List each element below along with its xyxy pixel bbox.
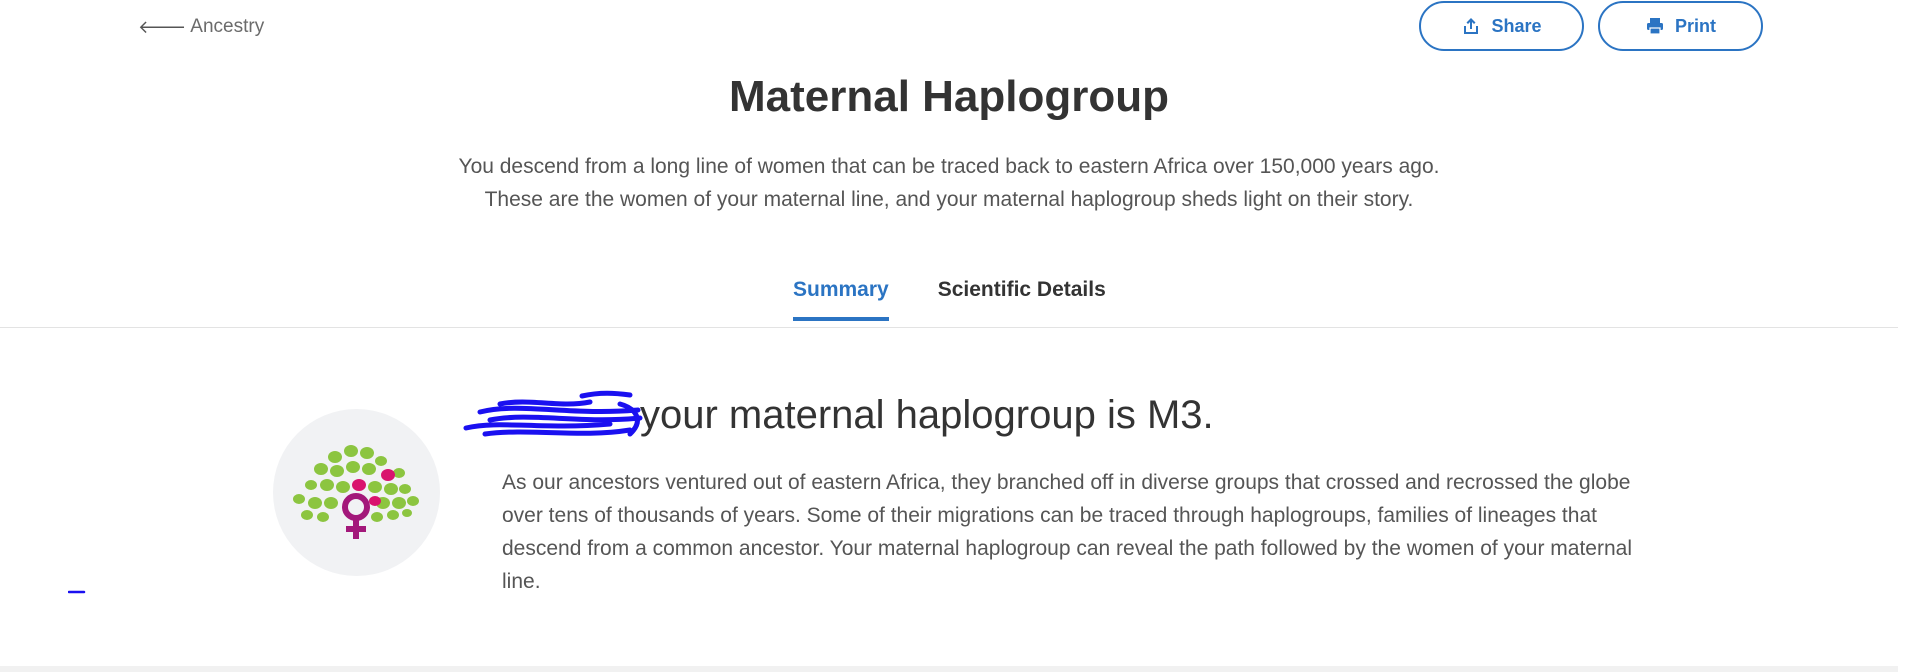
back-to-ancestry-link[interactable]: 🡐 Ancestry — [138, 16, 264, 38]
share-button[interactable]: Share — [1419, 1, 1584, 51]
tab-summary[interactable]: Summary — [793, 278, 889, 321]
tab-bar: Summary Scientific Details — [793, 278, 1106, 321]
maternal-tree-icon — [273, 409, 440, 576]
tabs-divider — [0, 327, 1920, 328]
tab-scientific-details[interactable]: Scientific Details — [938, 278, 1106, 321]
back-link-label: Ancestry — [190, 16, 265, 37]
top-actions: Share Print — [1419, 1, 1763, 51]
intro-line-2: These are the women of your maternal lin… — [484, 188, 1414, 211]
haplogroup-result-heading: your maternal haplogroup is M3. — [640, 393, 1214, 437]
section-bottom-border — [0, 666, 1920, 672]
intro-text: You descend from a long line of women th… — [0, 150, 1898, 216]
intro-line-1: You descend from a long line of women th… — [458, 155, 1440, 178]
arrow-left-icon: 🡐 — [138, 16, 187, 37]
page-title: Maternal Haplogroup — [728, 72, 1170, 121]
share-icon — [1464, 18, 1479, 34]
redaction-scribble — [463, 390, 643, 437]
haplogroup-description: As our ancestors ventured out of eastern… — [502, 471, 1632, 593]
scrollbar[interactable] — [1898, 0, 1920, 672]
print-button-label: Print — [1674, 15, 1716, 36]
print-button[interactable]: Print — [1598, 1, 1763, 51]
stray-pen-mark — [68, 590, 86, 594]
share-button-label: Share — [1491, 15, 1542, 36]
printer-icon — [1646, 18, 1663, 35]
